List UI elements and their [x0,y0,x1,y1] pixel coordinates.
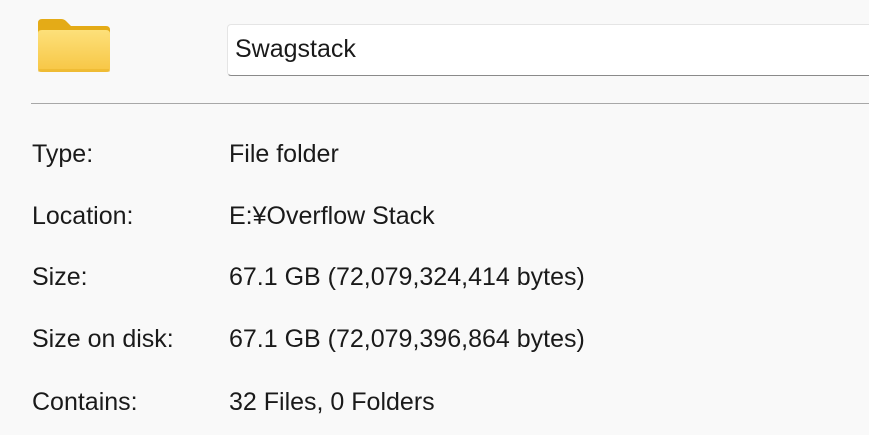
property-row-type: Type: File folder [0,134,869,174]
folder-icon [38,19,110,72]
divider [31,103,869,104]
property-value[interactable]: 32 Files, 0 Folders [229,382,435,422]
folder-name-input[interactable] [227,24,869,76]
property-value[interactable]: E:¥Overflow Stack [229,196,435,236]
property-row-contains: Contains: 32 Files, 0 Folders [0,382,869,422]
property-value[interactable]: 67.1 GB (72,079,324,414 bytes) [229,257,585,297]
property-row-location: Location: E:¥Overflow Stack [0,196,869,236]
property-label: Location: [32,202,134,230]
property-label: Size: [32,263,88,291]
property-label: Type: [32,140,94,168]
property-value[interactable]: File folder [229,134,339,174]
property-label: Size on disk: [32,325,174,353]
property-value[interactable]: 67.1 GB (72,079,396,864 bytes) [229,319,585,359]
property-label: Contains: [32,388,138,416]
property-row-size-on-disk: Size on disk: 67.1 GB (72,079,396,864 by… [0,319,869,359]
property-row-size: Size: 67.1 GB (72,079,324,414 bytes) [0,257,869,297]
